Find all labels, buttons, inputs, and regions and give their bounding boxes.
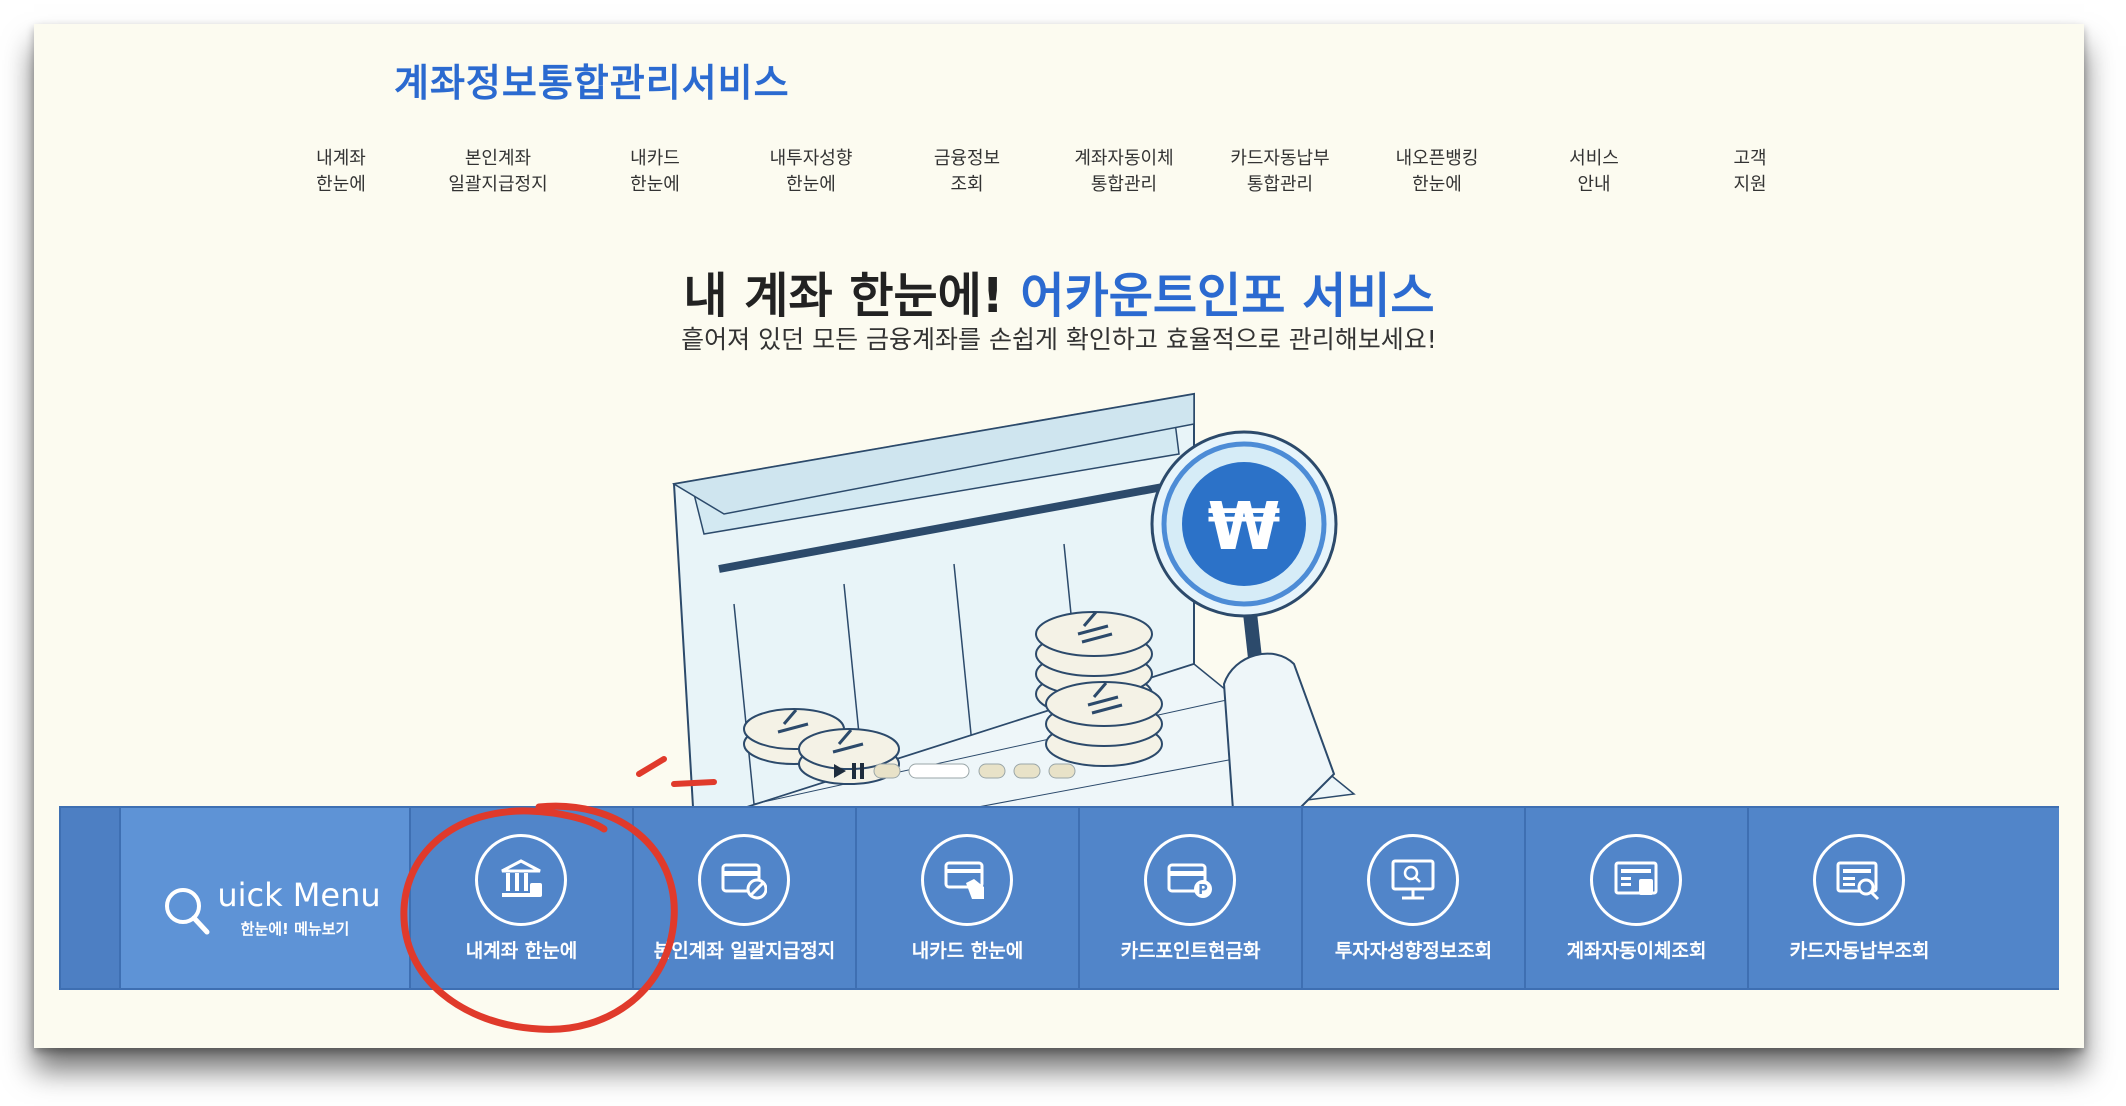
hero-title-main: 내 계좌 한눈에! xyxy=(683,268,1004,324)
atm-icon xyxy=(1590,834,1682,926)
nav-item-service-guide[interactable]: 서비스 안내 xyxy=(1519,146,1669,198)
monitor-search-icon xyxy=(1367,834,1459,926)
quick-item-label: 계좌자동이체조회 xyxy=(1566,940,1707,962)
nav-item-auto-transfer[interactable]: 계좌자동이체 통합관리 xyxy=(1049,146,1199,198)
hero-title: 내 계좌 한눈에! 어카운트인포 서비스 xyxy=(34,256,2084,326)
card-point-icon: P xyxy=(1144,834,1236,926)
hero-subtitle: 흩어져 있던 모든 금융계좌를 손쉽게 확인하고 효율적으로 관리해보세요! xyxy=(681,325,1437,354)
quick-menu-bar: uick Menu 한눈에! 메뉴보기 내계좌 한눈에 본인계좌 일괄지급정지 … xyxy=(59,806,2059,990)
svg-text:₩: ₩ xyxy=(1208,488,1281,565)
nav-item-my-accounts[interactable]: 내계좌 한눈에 xyxy=(266,146,416,198)
quick-item-label: 내카드 한눈에 xyxy=(911,940,1024,962)
main-nav: 내계좌 한눈에 본인계좌 일괄지급정지 내카드 한눈에 내투자성향 한눈에 금융정보 조회… xyxy=(34,146,2084,226)
card-search-icon xyxy=(1813,834,1905,926)
nav-item-investment[interactable]: 내투자성향 한눈에 xyxy=(736,146,886,198)
quick-menu-prev-area xyxy=(61,808,121,988)
quick-item-auto-transfer[interactable]: 계좌자동이체조회 xyxy=(1526,808,1749,988)
highlight-circle xyxy=(400,802,678,1033)
quick-item-label: 카드포인트현금화 xyxy=(1120,940,1261,962)
site-logo[interactable]: 계좌정보통합관리서비스 xyxy=(394,52,790,107)
nav-item-card-autopay[interactable]: 카드자동납부 통합관리 xyxy=(1205,146,1355,198)
card-hand-icon xyxy=(921,834,1013,926)
nav-item-account-stop[interactable]: 본인계좌 일괄지급정지 xyxy=(423,146,573,198)
nav-item-my-cards[interactable]: 내카드 한눈에 xyxy=(580,146,730,198)
hero-title-brand: 어카운트인포 서비스 xyxy=(1020,268,1435,324)
quick-item-label: 투자자성향정보조회 xyxy=(1334,940,1493,962)
svg-text:P: P xyxy=(1198,883,1208,898)
browser-page: 계좌정보통합관리서비스 내계좌 한눈에 본인계좌 일괄지급정지 내카드 한눈에 내투자… xyxy=(34,24,2084,1048)
nav-item-open-banking[interactable]: 내오픈뱅킹 한눈에 xyxy=(1362,146,1512,198)
hero-illustration: ₩ xyxy=(636,392,1356,844)
quick-item-my-cards[interactable]: 내카드 한눈에 xyxy=(857,808,1080,988)
card-block-icon xyxy=(698,834,790,926)
quick-item-investor-info[interactable]: 투자자성향정보조회 xyxy=(1303,808,1526,988)
quick-menu-header: uick Menu 한눈에! 메뉴보기 xyxy=(121,808,411,988)
quick-item-card-points[interactable]: P 카드포인트현금화 xyxy=(1080,808,1303,988)
quick-menu-next-area xyxy=(1969,808,2059,988)
nav-item-financial-info[interactable]: 금융정보 조회 xyxy=(892,146,1042,198)
quick-item-label: 카드자동납부조회 xyxy=(1789,940,1930,962)
quick-menu-subtitle: 한눈에! 메뉴보기 xyxy=(240,920,350,938)
nav-item-customer-support[interactable]: 고객 지원 xyxy=(1675,146,1825,198)
quick-item-card-autopay[interactable]: 카드자동납부조회 xyxy=(1749,808,1972,988)
